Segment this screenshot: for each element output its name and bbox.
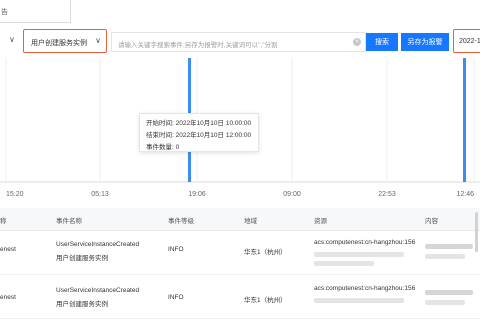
redacted-text (314, 261, 374, 266)
cell-event-name-en: UserServiceInstanceCreated (56, 287, 140, 294)
col-header-event-level: 事件等级 (168, 218, 194, 225)
redacted-text (314, 252, 404, 257)
cell-name: enest (0, 246, 16, 253)
cell-level: INFO (168, 246, 184, 253)
cell-region: 华东1（杭州） (244, 249, 287, 256)
x-tick-label: 22:53 (378, 191, 396, 198)
col-header-event-name: 事件名称 (56, 218, 82, 225)
tooltip-end-time: 结束时间: 2022年10月10日 12:00:00 (146, 132, 252, 139)
cell-event-name-cn: 用户创建服务实例 (56, 255, 108, 262)
col-header-resource: 资源 (314, 218, 327, 225)
table-row[interactable]: enest UserServiceInstanceCreated 用户创建服务实… (0, 274, 480, 319)
date-range-value: 2022-10 (459, 38, 480, 45)
cell-resource: acs:computenest:cn-hangzhou:156 (314, 285, 416, 292)
redacted-text (314, 298, 404, 303)
histogram-bar[interactable] (463, 58, 466, 182)
save-as-alert-button[interactable]: 另存为报警 (401, 33, 449, 51)
keyword-search-input[interactable]: 请输入关键字搜索事件,另存为报警时,关键词可以","分割 × (111, 32, 366, 52)
table-row[interactable]: enest UserServiceInstanceCreated 用户创建服务实… (0, 230, 480, 275)
x-tick-label: 19:06 (188, 191, 206, 198)
chevron-down-icon: ∨ (95, 36, 101, 45)
redacted-text (425, 300, 465, 305)
col-header-name: 称 (0, 218, 7, 225)
table-scrollbar[interactable] (474, 208, 479, 320)
filter-toolbar: ∨ 用户创建服务实例 ∨ 请输入关键字搜索事件,另存为报警时,关键词可以","分… (0, 29, 480, 55)
tooltip-event-count: 事件数量: 0 (146, 144, 180, 151)
event-type-select[interactable]: 用户创建服务实例 ∨ (23, 29, 107, 53)
x-tick-label: 05:13 (91, 191, 109, 198)
tooltip-start-time: 开始时间: 2022年10月10日 10:00:00 (146, 120, 252, 127)
clear-icon[interactable]: × (353, 38, 361, 46)
search-button[interactable]: 搜索 (366, 33, 398, 51)
cell-resource: acs:computenest:cn-hangzhou:156 (314, 239, 416, 246)
cell-name: enest (0, 294, 16, 301)
events-table: 称 事件名称 事件等级 地域 资源 内容 enest UserServiceIn… (0, 208, 480, 320)
redacted-text (425, 244, 473, 249)
cell-region: 华东1（杭州） (244, 297, 287, 304)
x-tick-label: 15:20 (6, 191, 24, 198)
cell-event-name-cn: 用户创建服务实例 (56, 301, 108, 308)
top-tab-stub[interactable]: 告 (0, 0, 71, 23)
col-header-content: 内容 (425, 218, 438, 225)
chevron-down-icon[interactable]: ∨ (9, 35, 15, 44)
x-tick-label: 09:00 (283, 191, 301, 198)
date-range-picker[interactable]: 2022-10 (453, 29, 480, 53)
scrollbar-thumb[interactable] (475, 212, 478, 252)
col-header-region: 地域 (244, 218, 257, 225)
table-header: 称 事件名称 事件等级 地域 资源 内容 (0, 208, 480, 231)
top-tab-label: 告 (1, 9, 8, 16)
redacted-text (425, 254, 465, 259)
cell-level: INFO (168, 294, 184, 301)
search-placeholder: 请输入关键字搜索事件,另存为报警时,关键词可以","分割 (118, 42, 278, 49)
cell-event-name-en: UserServiceInstanceCreated (56, 241, 140, 248)
x-tick-label: 12:46 (456, 191, 474, 198)
redacted-text (425, 290, 473, 295)
chart-tooltip: 开始时间: 2022年10月10日 10:00:00 结束时间: 2022年10… (139, 113, 259, 152)
event-type-value: 用户创建服务实例 (31, 40, 87, 47)
